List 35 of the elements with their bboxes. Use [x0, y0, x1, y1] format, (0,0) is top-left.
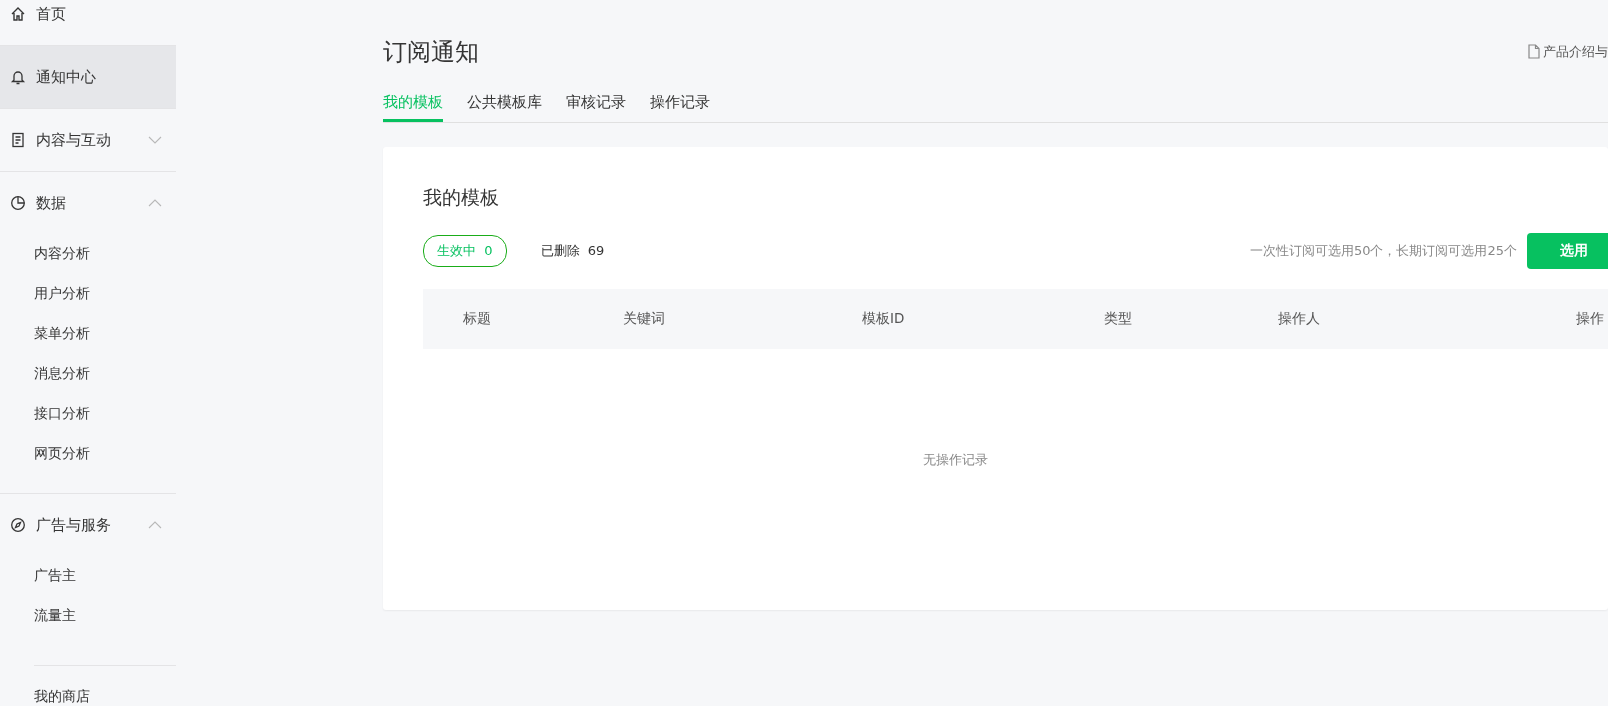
sidebar-subitem[interactable]: 流量主	[0, 596, 176, 636]
sidebar-subitem[interactable]: 网页分析	[0, 434, 176, 474]
sidebar-subitem[interactable]: 用户分析	[0, 274, 176, 314]
column-header: 类型	[1104, 310, 1133, 328]
compass-icon	[10, 517, 26, 533]
tab[interactable]: 公共模板库	[467, 85, 542, 122]
page-title: 订阅通知	[383, 36, 480, 68]
sidebar-subitem[interactable]: 我的商店	[0, 677, 176, 706]
column-header: 标题	[463, 310, 492, 328]
filter-tab[interactable]: 已删除 69	[526, 235, 619, 267]
document-icon	[10, 132, 26, 148]
column-header: 关键词	[623, 310, 666, 328]
pie-chart-icon	[10, 195, 26, 211]
column-header: 模板ID	[862, 310, 906, 328]
column-header: 操作人	[1278, 310, 1321, 328]
sidebar-subitem[interactable]: 内容分析	[0, 234, 176, 274]
bell-icon	[10, 69, 26, 85]
sidebar-subitem[interactable]: 菜单分析	[0, 314, 176, 354]
tab[interactable]: 操作记录	[650, 85, 710, 122]
sidebar-item[interactable]: 广告与服务	[0, 494, 176, 556]
sidebar-subitem[interactable]: 消息分析	[0, 354, 176, 394]
home-icon	[10, 6, 26, 22]
document-icon	[1528, 44, 1540, 59]
sidebar-item[interactable]: 数据	[0, 172, 176, 234]
tab[interactable]: 审核记录	[566, 85, 626, 122]
sidebar-subitem[interactable]: 接口分析	[0, 394, 176, 434]
help-link[interactable]: 产品介绍与	[1528, 42, 1608, 61]
column-header: 操作	[1576, 310, 1604, 328]
sidebar-subitem[interactable]: 广告主	[0, 556, 176, 596]
card-title: 我的模板	[423, 185, 500, 210]
hint-text: 一次性订阅可选用50个，长期订阅可选用25个	[1249, 242, 1517, 260]
sidebar-item[interactable]: 内容与互动	[0, 109, 176, 171]
sidebar-item[interactable]: 通知中心	[0, 46, 176, 108]
sidebar-item[interactable]: 首页	[0, 0, 176, 45]
empty-message: 无操作记录	[922, 451, 989, 469]
